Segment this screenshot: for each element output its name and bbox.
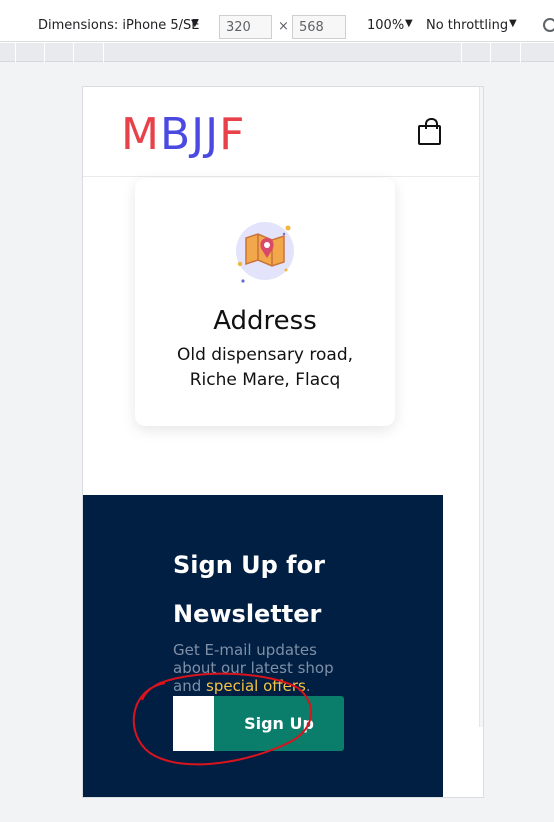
sign-up-button[interactable]: Sign Up <box>214 696 344 751</box>
ruler-divider <box>461 43 462 62</box>
devtools-toolbar: Dimensions: iPhone 5/SE ▼ × 100% ▼ No th… <box>0 0 554 42</box>
logo-letter: M <box>121 109 160 160</box>
ruler-divider <box>15 43 16 62</box>
brand-logo[interactable]: MBJJF <box>121 109 245 160</box>
device-dropdown-arrow-icon[interactable]: ▼ <box>191 18 199 29</box>
logo-letter: J <box>191 109 206 160</box>
site-header: MBJJF <box>83 87 479 177</box>
shopping-bag-icon[interactable] <box>418 118 441 145</box>
throttling-select[interactable]: No throttling <box>426 18 508 33</box>
special-offers-highlight: special offers <box>206 677 306 695</box>
viewport-width-input[interactable] <box>219 15 272 39</box>
newsletter-description-line-1: Get E-mail updates <box>173 641 317 659</box>
address-title: Address <box>213 306 317 336</box>
logo-letter: F <box>219 109 246 160</box>
newsletter-description-line-2: about our latest shop <box>173 659 334 677</box>
newsletter-description-suffix: . <box>305 677 311 695</box>
email-input[interactable] <box>173 696 215 751</box>
ruler-divider <box>490 43 491 62</box>
device-screen: MBJJF Address Old dispensary road, Riche… <box>82 86 484 798</box>
rotate-icon[interactable] <box>543 18 554 32</box>
device-dimensions-select[interactable]: Dimensions: iPhone 5/SE <box>38 18 200 33</box>
logo-letter: J <box>205 109 220 160</box>
zoom-select[interactable]: 100% <box>367 18 404 33</box>
newsletter-description-prefix: and <box>173 677 206 695</box>
viewport-height-input[interactable] <box>292 15 346 39</box>
address-line-1: Old dispensary road, <box>176 345 354 365</box>
ruler-divider <box>73 43 74 62</box>
scrollbar[interactable] <box>479 87 483 727</box>
ruler-divider <box>520 43 521 62</box>
address-line-2: Riche Mare, Flacq <box>189 370 341 390</box>
logo-letter: B <box>159 109 192 160</box>
address-card: Address Old dispensary road, Riche Mare,… <box>135 178 395 426</box>
newsletter-title-line-2: Newsletter <box>173 600 322 628</box>
newsletter-title-line-1: Sign Up for <box>173 551 325 579</box>
media-query-ruler[interactable] <box>0 43 554 62</box>
newsletter-section: Sign Up for Newsletter Get E-mail update… <box>83 495 443 797</box>
dimension-separator: × <box>278 19 289 34</box>
zoom-dropdown-arrow-icon[interactable]: ▼ <box>405 18 413 29</box>
map-pin-icon <box>232 218 298 284</box>
ruler-divider <box>103 43 104 62</box>
newsletter-description-line-3: and special offers. <box>173 677 311 695</box>
throttling-dropdown-arrow-icon[interactable]: ▼ <box>509 18 517 29</box>
ruler-divider <box>44 43 45 62</box>
